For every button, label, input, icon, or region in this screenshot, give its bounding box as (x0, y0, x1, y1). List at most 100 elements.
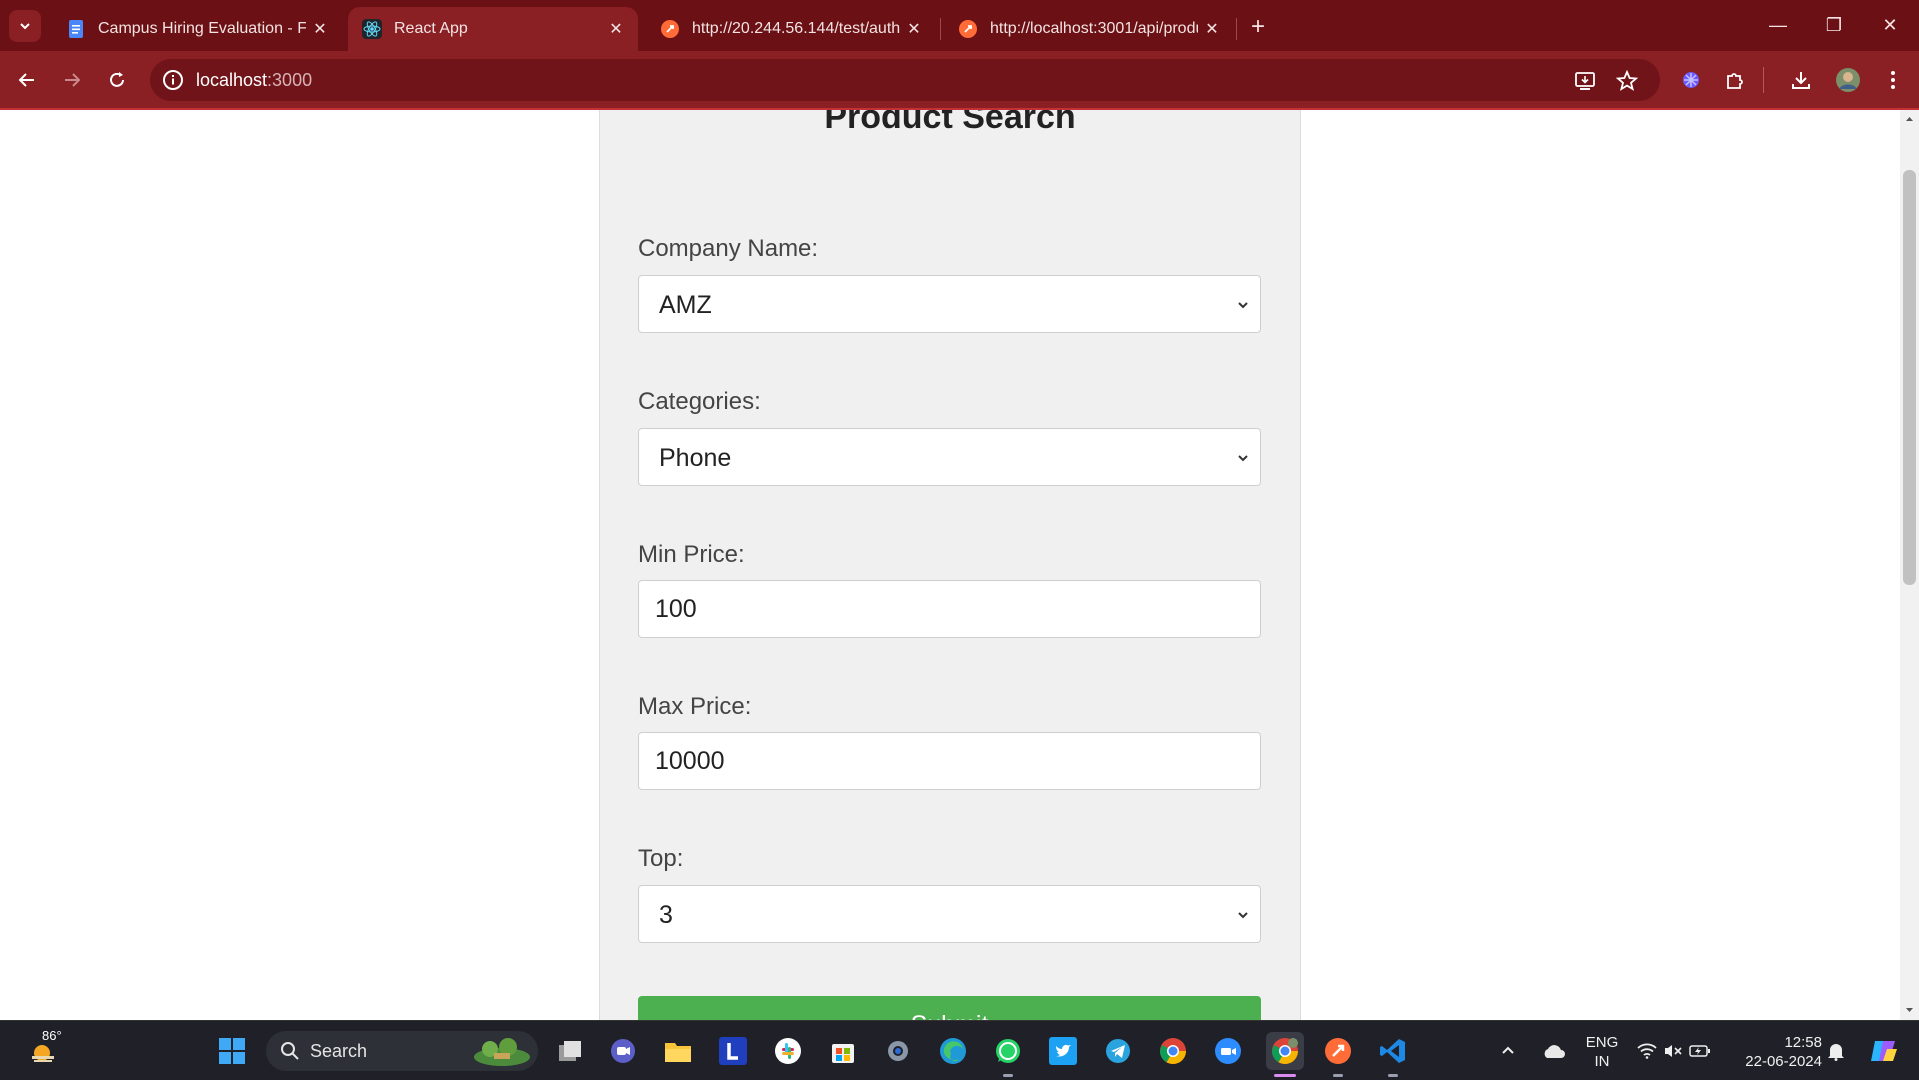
extension-button[interactable] (1674, 63, 1708, 97)
copilot-icon (1871, 1041, 1897, 1061)
tab-campus-hiring[interactable]: Campus Hiring Evaluation - Full ✕ (52, 7, 342, 51)
weather-widget[interactable]: 86° (20, 1028, 66, 1068)
page-scrollbar[interactable] (1900, 110, 1919, 1020)
forward-button[interactable] (55, 63, 89, 97)
close-icon[interactable]: ✕ (306, 19, 334, 39)
tab-products-api[interactable]: http://localhost:3001/api/produ ✕ (944, 7, 1234, 51)
arrow-left-icon (18, 73, 34, 87)
extensions-button[interactable] (1718, 63, 1752, 97)
info-icon[interactable] (162, 69, 184, 91)
toolbar-divider (1763, 67, 1764, 93)
taskbar-chrome[interactable] (1156, 1034, 1190, 1068)
max-price-field[interactable] (638, 732, 1261, 790)
store-bag-icon (832, 1044, 854, 1063)
scroll-up-arrow-icon[interactable] (1904, 114, 1915, 125)
clock[interactable]: 12:58 22-06-2024 (1732, 1033, 1822, 1071)
taskbar-postman[interactable] (1321, 1034, 1355, 1068)
tab-auth-api[interactable]: http://20.244.56.144/test/auth ✕ (646, 7, 936, 51)
taskbar-teams[interactable] (606, 1034, 640, 1068)
top-select-value: 3 (659, 901, 673, 929)
taskbar-whatsapp[interactable] (991, 1034, 1025, 1068)
chrome-profile-icon (1271, 1038, 1299, 1065)
quick-settings-button[interactable] (1634, 1034, 1714, 1068)
window-close-button[interactable]: ✕ (1870, 10, 1910, 40)
taskbar-settings[interactable] (881, 1034, 915, 1068)
onedrive-cloud-icon (1544, 1045, 1565, 1058)
taskbar-zoom[interactable] (1211, 1034, 1245, 1068)
taskbar-search[interactable]: Search (266, 1031, 538, 1071)
slack-icon (775, 1038, 801, 1064)
taskbar-microsoft-store[interactable] (826, 1034, 860, 1068)
task-view-icon (559, 1041, 581, 1061)
taskbar-twitter[interactable] (1046, 1034, 1080, 1068)
downloads-button[interactable] (1784, 63, 1818, 97)
product-search-form: Product Search Company Name: AMZ Categor… (599, 110, 1301, 1020)
min-price-input[interactable] (639, 581, 1260, 637)
vscode-icon (1380, 1039, 1405, 1063)
profile-button[interactable] (1831, 63, 1865, 97)
install-app-icon[interactable] (1574, 70, 1596, 92)
bookmark-star-icon[interactable] (1616, 70, 1638, 92)
chevron-down-icon (1238, 455, 1248, 462)
search-highlight-image (474, 1038, 530, 1066)
scroll-down-arrow-icon[interactable] (1904, 1004, 1915, 1015)
tab-title: http://20.244.56.144/test/auth (692, 20, 900, 37)
taskbar-file-explorer[interactable] (661, 1034, 695, 1068)
taskbar-lenovo-app[interactable] (716, 1034, 750, 1068)
wifi-icon (1637, 1043, 1657, 1059)
company-select[interactable]: AMZ (638, 275, 1261, 333)
tab-separator (940, 18, 941, 40)
browser-toolbar: localhost:3000 (0, 51, 1919, 110)
categories-select-value: Phone (659, 444, 732, 472)
top-select[interactable]: 3 (638, 885, 1261, 943)
puzzle-icon (1727, 73, 1743, 89)
min-price-field[interactable] (638, 580, 1261, 638)
close-icon[interactable]: ✕ (900, 19, 928, 39)
notifications-button[interactable] (1819, 1034, 1853, 1068)
categories-select[interactable]: Phone (638, 428, 1261, 486)
arrow-right-icon (65, 73, 81, 87)
edge-icon (940, 1038, 966, 1064)
start-button[interactable] (215, 1034, 249, 1068)
minimize-button[interactable]: — (1758, 10, 1798, 40)
lenovo-l-icon (719, 1037, 747, 1065)
folder-icon (665, 1043, 691, 1062)
chevron-down-icon (1238, 912, 1248, 919)
taskbar-telegram[interactable] (1101, 1034, 1135, 1068)
max-price-input[interactable] (639, 733, 1260, 789)
battery-charging-icon (1689, 1045, 1710, 1057)
language-indicator[interactable]: ENG IN (1581, 1033, 1623, 1071)
taskbar-chrome-profile-active[interactable] (1266, 1032, 1304, 1070)
taskbar-vscode[interactable] (1376, 1034, 1410, 1068)
copilot-button[interactable] (1864, 1034, 1904, 1068)
bell-icon (1828, 1044, 1844, 1061)
tab-title: React App (394, 20, 468, 37)
tab-react-app[interactable]: React App ✕ (348, 7, 638, 51)
running-indicator (1003, 1074, 1013, 1077)
more-vertical-icon (1891, 71, 1895, 89)
show-hidden-icons-button[interactable] (1496, 1034, 1520, 1068)
taskbar-slack[interactable] (771, 1034, 805, 1068)
reload-button[interactable] (100, 63, 134, 97)
taskbar-search-label: Search (310, 1041, 368, 1061)
task-view-button[interactable] (553, 1034, 587, 1068)
submit-button[interactable]: Submit (638, 996, 1261, 1020)
close-icon[interactable]: ✕ (602, 19, 630, 39)
browser-menu-button[interactable] (1876, 63, 1910, 97)
close-icon[interactable]: ✕ (1198, 19, 1226, 39)
back-button[interactable] (10, 63, 44, 97)
scrollbar-thumb[interactable] (1903, 170, 1916, 585)
url-text[interactable]: localhost:3000 (196, 70, 312, 91)
taskbar-edge[interactable] (936, 1034, 970, 1068)
address-bar[interactable]: localhost:3000 (150, 59, 1660, 101)
tab-search-button[interactable] (9, 10, 41, 42)
restore-button[interactable]: ❐ (1814, 10, 1854, 40)
speaker-muted-icon (1665, 1045, 1682, 1057)
google-docs-icon (69, 20, 83, 38)
tab-separator (1236, 18, 1237, 40)
min-price-label: Min Price: (638, 541, 745, 568)
onedrive-button[interactable] (1539, 1034, 1569, 1068)
top-label: Top: (638, 845, 684, 872)
new-tab-button[interactable]: + (1243, 12, 1273, 42)
tab-title: Campus Hiring Evaluation - Full (98, 20, 306, 37)
